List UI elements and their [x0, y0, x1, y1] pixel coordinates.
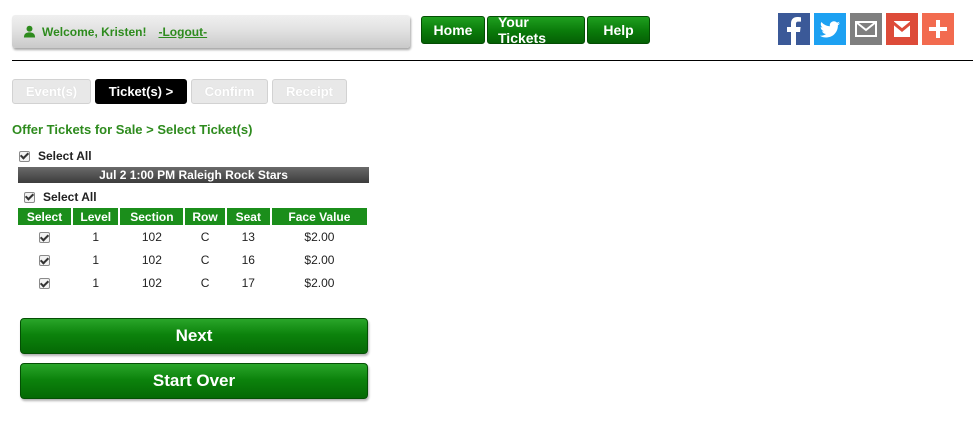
- table-row: 1 102 C 13 $2.00: [18, 225, 367, 248]
- main-nav: Home Your Tickets Help: [421, 14, 650, 46]
- row-select-cell: [18, 248, 71, 271]
- cell-seat: 16: [241, 252, 255, 267]
- cell-section: 102: [141, 252, 162, 267]
- twitter-icon[interactable]: [814, 13, 846, 45]
- plus-share-icon[interactable]: [922, 13, 954, 45]
- social-share-bar: [778, 13, 954, 45]
- select-all-checkbox[interactable]: [19, 150, 30, 162]
- start-over-button[interactable]: Start Over: [20, 363, 368, 399]
- cell-level: 1: [92, 275, 100, 290]
- header-select: Select: [18, 208, 72, 225]
- step-receipt: Receipt: [272, 79, 347, 104]
- table-row: 1 102 C 17 $2.00: [18, 271, 367, 294]
- header-row: Row: [185, 208, 225, 225]
- select-all-label: Select All: [38, 149, 92, 163]
- cell-face-value: $2.00: [304, 252, 335, 267]
- row-select-cell: [18, 271, 71, 294]
- cell-row: C: [200, 252, 210, 267]
- cell-seat: 17: [241, 275, 255, 290]
- gmail-icon[interactable]: [886, 13, 918, 45]
- cell-row: C: [200, 275, 210, 290]
- facebook-icon[interactable]: [778, 13, 810, 45]
- header-section: Section: [120, 208, 184, 225]
- page-title: Offer Tickets for Sale > Select Ticket(s…: [12, 122, 253, 137]
- table-row: 1 102 C 16 $2.00: [18, 248, 367, 271]
- event-header: Jul 2 1:00 PM Raleigh Rock Stars: [18, 167, 369, 183]
- step-confirm: Confirm: [191, 79, 268, 104]
- select-all-event: Select All: [24, 190, 97, 204]
- select-all-event-checkbox[interactable]: [24, 191, 35, 203]
- home-button[interactable]: Home: [421, 16, 485, 44]
- header-level: Level: [73, 208, 119, 225]
- cell-section: 102: [141, 275, 162, 290]
- cell-level: 1: [92, 252, 100, 267]
- table-header-row: Select Level Section Row Seat Face Value: [18, 208, 367, 225]
- help-button[interactable]: Help: [587, 16, 650, 44]
- logout-link[interactable]: -Logout-: [158, 25, 207, 39]
- header-divider: [12, 60, 973, 61]
- select-all-event-label: Select All: [43, 190, 97, 204]
- ticket-checkbox[interactable]: [39, 278, 51, 289]
- header-face-value: Face Value: [271, 208, 367, 225]
- cell-seat: 13: [241, 229, 255, 244]
- email-icon[interactable]: [850, 13, 882, 45]
- welcome-bar: Welcome, Kristen! -Logout-: [12, 15, 410, 48]
- ticket-checkbox[interactable]: [39, 232, 51, 243]
- ticket-checkbox[interactable]: [39, 255, 51, 266]
- cell-level: 1: [92, 229, 100, 244]
- cell-face-value: $2.00: [304, 275, 335, 290]
- next-button[interactable]: Next: [20, 318, 368, 354]
- header-seat: Seat: [226, 208, 270, 225]
- cell-section: 102: [141, 229, 162, 244]
- welcome-text: Welcome, Kristen!: [42, 24, 147, 39]
- your-tickets-button[interactable]: Your Tickets: [487, 14, 585, 46]
- select-all-global: Select All: [19, 149, 92, 163]
- step-indicator: Event(s) Ticket(s) > Confirm Receipt: [12, 79, 347, 104]
- step-tickets: Ticket(s) >: [95, 79, 187, 104]
- cell-row: C: [200, 229, 210, 244]
- cell-face-value: $2.00: [304, 229, 335, 244]
- row-select-cell: [18, 225, 71, 248]
- step-events: Event(s): [12, 79, 91, 104]
- user-icon: [23, 25, 36, 38]
- tickets-table: Select Level Section Row Seat Face Value…: [16, 208, 369, 294]
